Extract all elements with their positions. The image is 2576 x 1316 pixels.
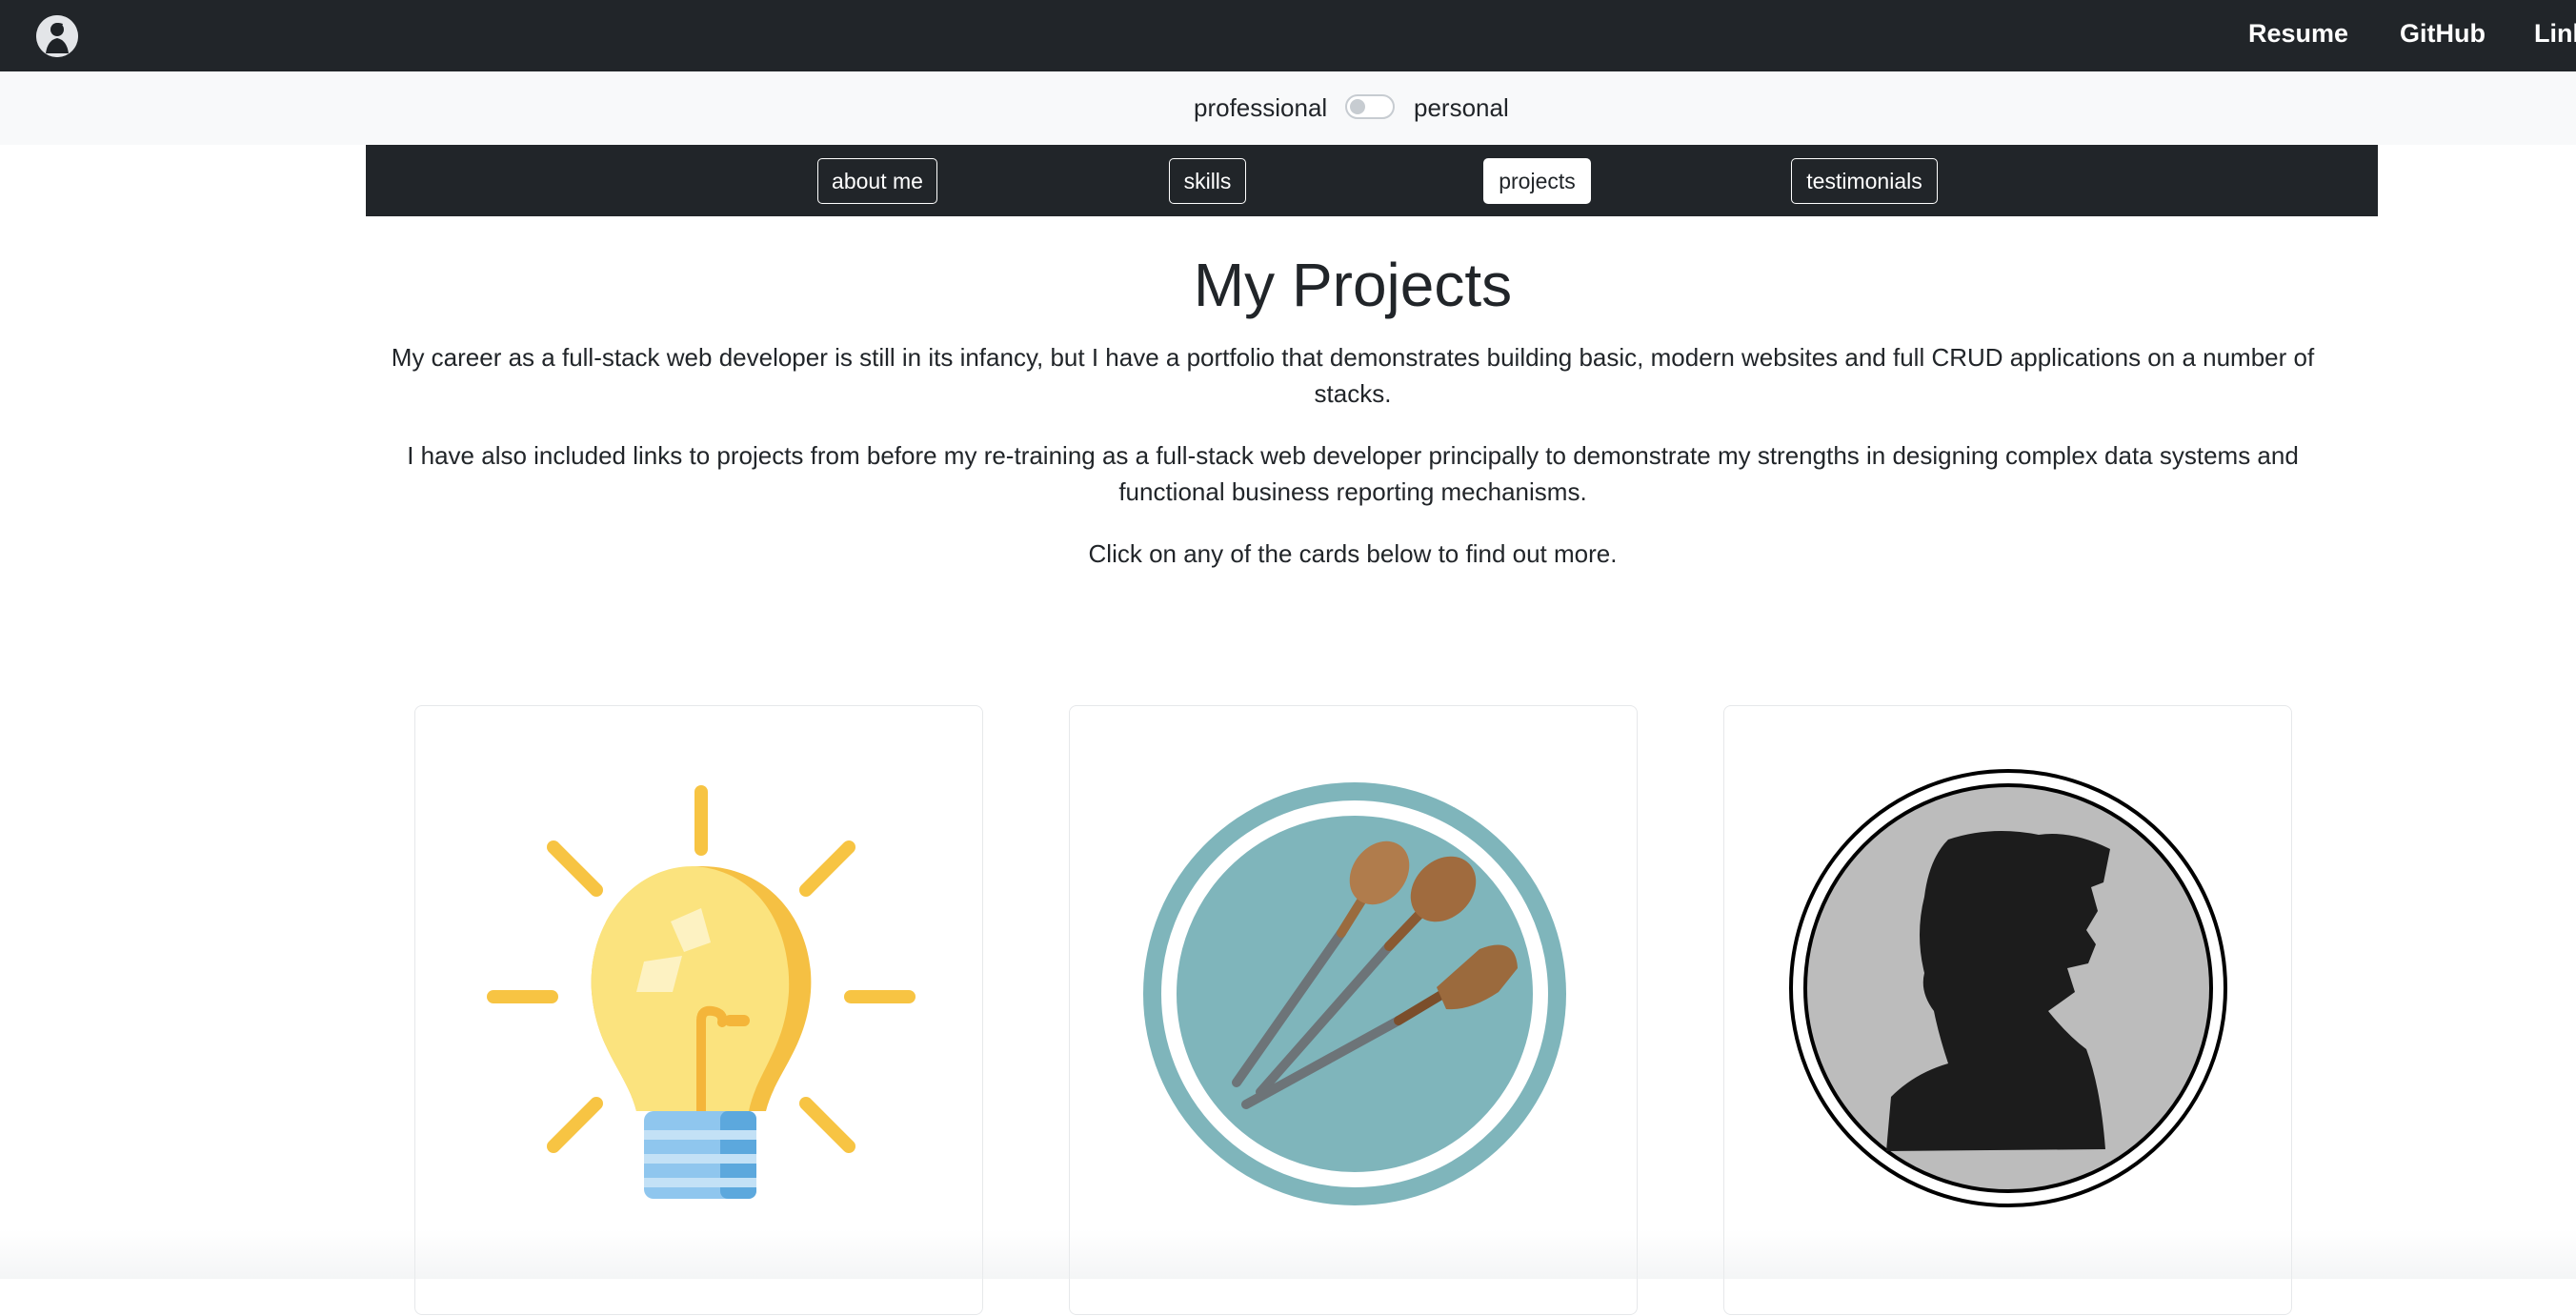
tab-projects[interactable]: projects — [1483, 158, 1591, 204]
toggle-knob — [1350, 99, 1365, 114]
section-nav — [366, 145, 2378, 216]
mode-toggle-switch[interactable] — [1345, 94, 1395, 119]
toggle-label-personal: personal — [1414, 93, 1509, 122]
project-card-2[interactable] — [1069, 705, 1638, 1315]
toggle-label-professional: professional — [1194, 93, 1328, 122]
top-navbar: Resume GitHub LinkedIn — [0, 0, 2576, 71]
intro-paragraph: My career as a full-stack web developer … — [391, 343, 2315, 408]
history-paragraph: I have also included links to projects f… — [407, 441, 2299, 506]
project-card-1[interactable] — [414, 705, 983, 1315]
wooden-spoons-icon — [1143, 782, 1566, 1205]
page-title: My Projects — [1193, 251, 1513, 319]
silhouette-portrait-icon — [1789, 769, 2227, 1207]
lightbulb-icon — [487, 785, 916, 1199]
tab-testimonials[interactable]: testimonials — [1791, 158, 1938, 204]
tab-about-me[interactable]: about me — [817, 158, 937, 204]
nav-link-github[interactable]: GitHub — [2400, 19, 2485, 49]
cards-hint-paragraph: Click on any of the cards below to find … — [1088, 539, 1618, 568]
tab-skills[interactable]: skills — [1169, 158, 1246, 204]
nav-link-resume[interactable]: Resume — [2248, 19, 2348, 49]
project-card-3[interactable] — [1723, 705, 2292, 1315]
nav-link-linkedin[interactable]: LinkedIn — [2534, 19, 2576, 49]
site-logo-avatar-icon[interactable] — [36, 15, 78, 57]
